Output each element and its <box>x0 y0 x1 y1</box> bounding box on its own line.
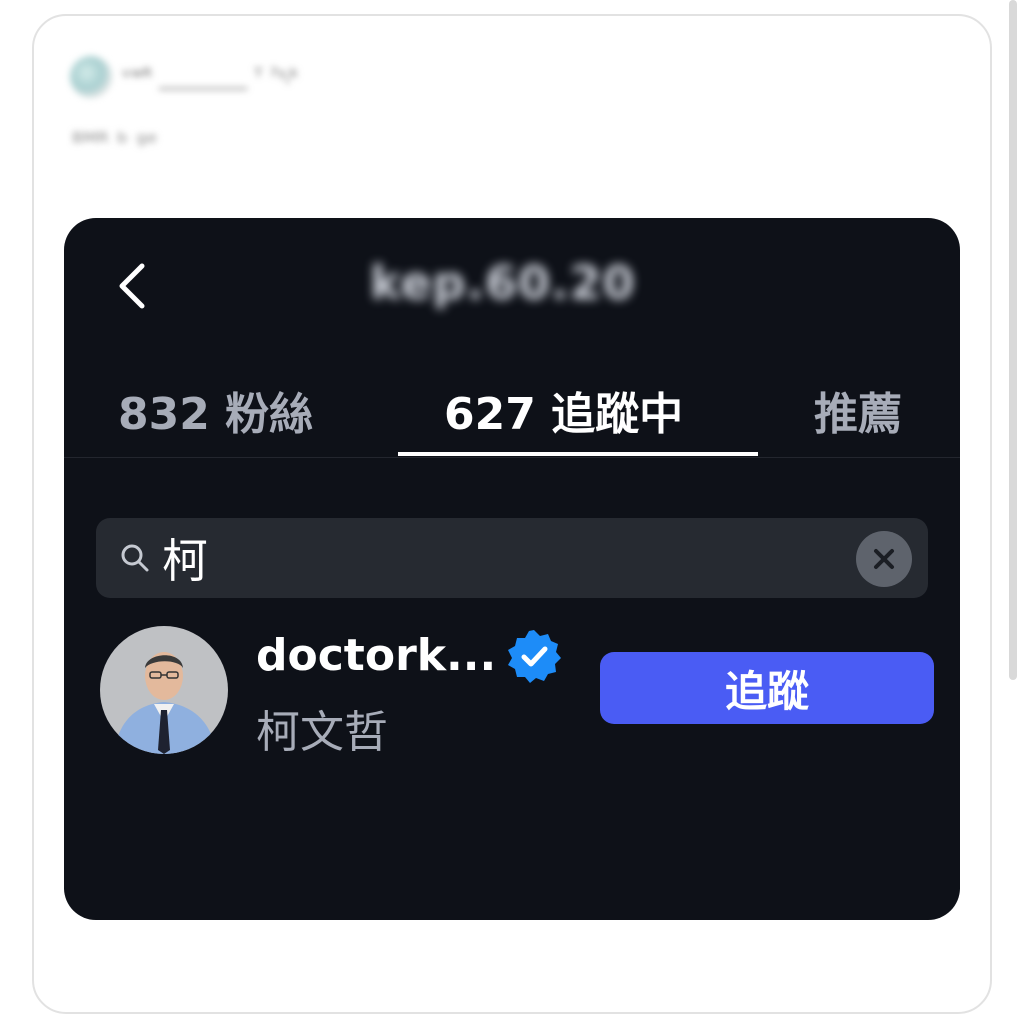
post-author-text: ᵛʷᴿ ________ ᵀ ˀᵞᵢᵏ <box>122 64 300 90</box>
avatar[interactable] <box>100 626 228 754</box>
post-caption: ᴮᴹᴿ ᵇ ᵍᵉ <box>72 128 158 158</box>
close-icon <box>874 549 894 569</box>
active-tab-indicator <box>398 452 758 456</box>
search-icon <box>121 544 149 572</box>
profile-username: kep.60.20 <box>370 256 636 310</box>
tab-following[interactable]: 627 追蹤中 <box>444 378 683 442</box>
clear-search-button[interactable] <box>856 531 912 587</box>
post-author-line: ᵛʷᴿ ________ ᵀ ˀᵞᵢᵏ <box>70 56 299 98</box>
post-caption-text: ᴮᴹᴿ ᵇ ᵍᵉ <box>72 128 158 158</box>
search-bar <box>96 518 928 598</box>
search-input[interactable] <box>162 523 842 593</box>
result-username[interactable]: doctork... <box>256 630 496 681</box>
back-arrow-icon[interactable] <box>112 262 152 310</box>
tabs-divider <box>64 457 960 458</box>
page-scrollbar[interactable] <box>1009 0 1017 680</box>
follow-button[interactable]: 追蹤 <box>600 652 934 724</box>
tab-suggested[interactable]: 推薦 <box>814 378 902 442</box>
list-item[interactable]: doctork... 柯文哲 追蹤 <box>100 622 940 762</box>
author-avatar <box>70 56 112 98</box>
screenshot-panel: kep.60.20 832 粉絲 627 追蹤中 推薦 柯 doctork...… <box>64 218 960 920</box>
result-full-name: 柯文哲 <box>256 707 388 758</box>
tab-bar: 832 粉絲 627 追蹤中 推薦 <box>64 378 960 458</box>
profile-photo <box>100 626 228 754</box>
tab-followers[interactable]: 832 粉絲 <box>118 378 313 442</box>
verified-badge-icon <box>508 630 561 683</box>
